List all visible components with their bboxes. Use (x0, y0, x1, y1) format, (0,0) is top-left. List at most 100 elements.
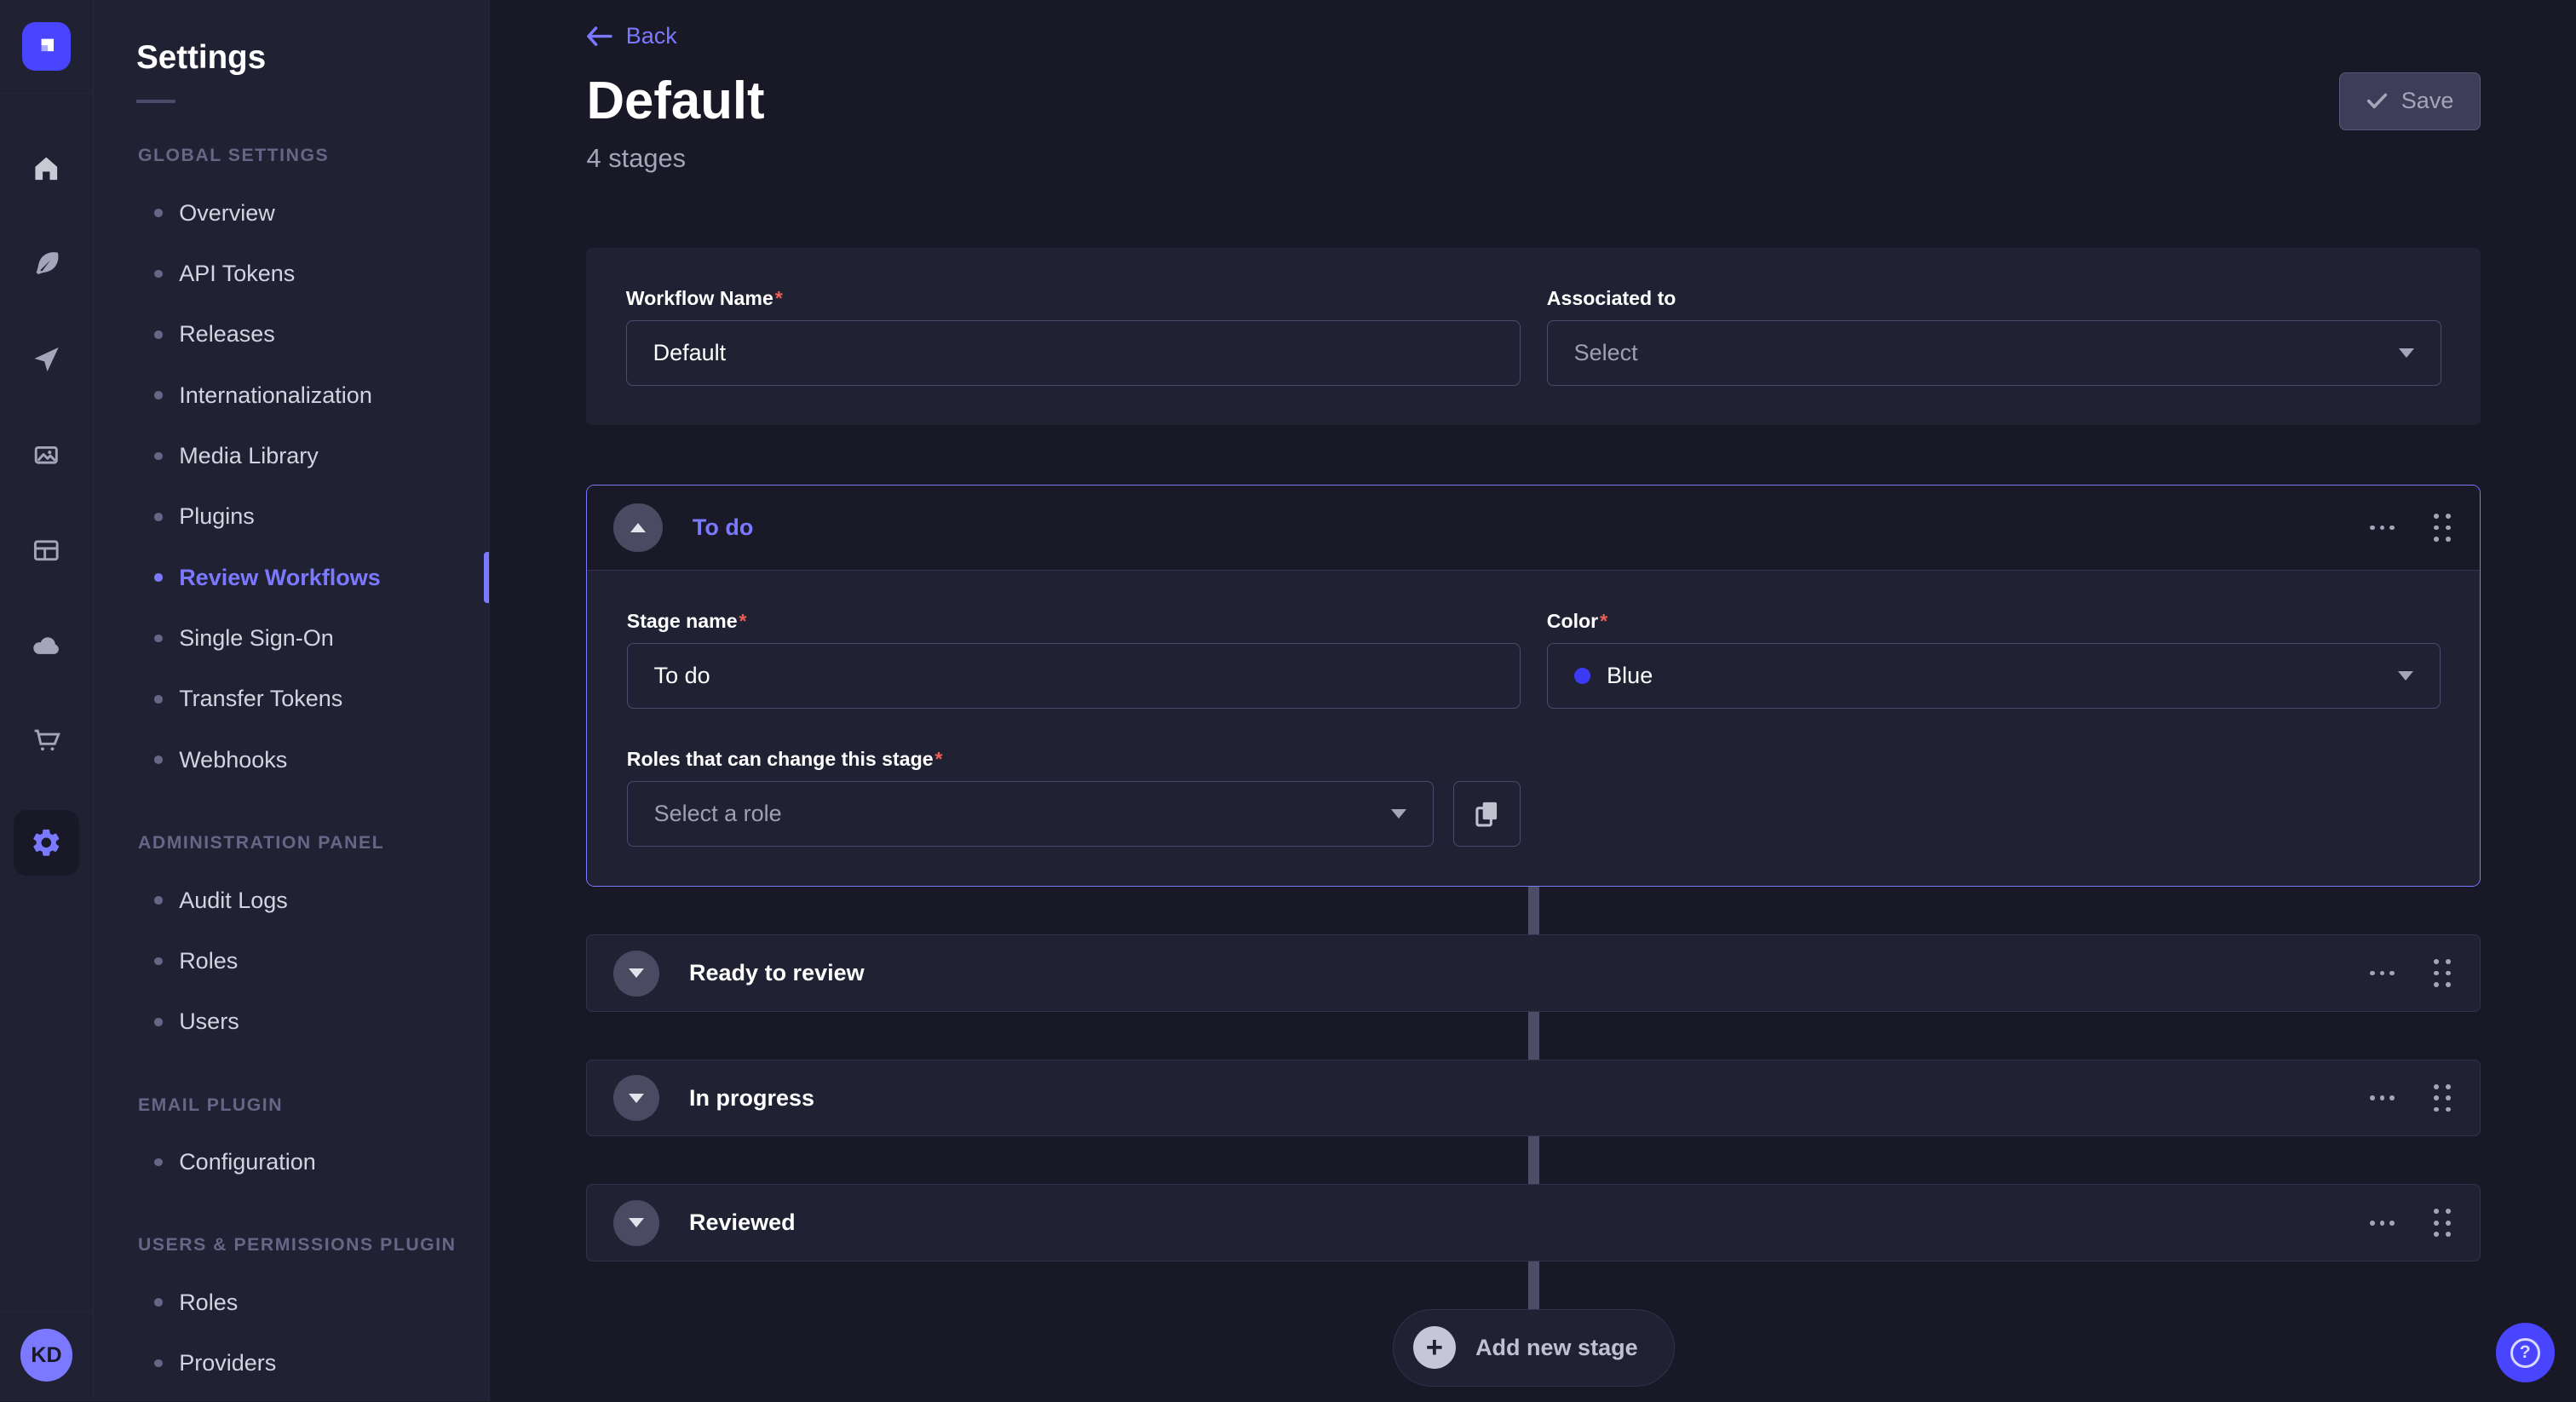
help-button[interactable]: ? (2496, 1323, 2555, 1382)
stage-color-select[interactable]: Blue (1547, 643, 2441, 709)
settings-nav-item[interactable]: Configuration (94, 1132, 489, 1192)
chevron-up-icon (630, 523, 646, 532)
settings-nav-item[interactable]: Providers (94, 1333, 489, 1393)
stage-roles-label: Roles that can change this stage* (627, 748, 1434, 771)
copy-icon (1475, 801, 1498, 827)
stage-row[interactable]: In progress (586, 1060, 2481, 1137)
stage-options-icon[interactable] (2363, 1214, 2401, 1232)
bullet-icon (154, 1298, 163, 1307)
chevron-down-icon (629, 1218, 644, 1227)
settings-nav-sections: GLOBAL SETTINGS Overview API Tokens Rele… (94, 146, 489, 1393)
expand-stage-button[interactable] (613, 951, 659, 997)
collapse-stage-button[interactable] (613, 503, 663, 553)
settings-nav-item[interactable]: Roles (94, 931, 489, 991)
nav-item-label: Roles (179, 948, 238, 974)
user-avatar[interactable]: KD (20, 1329, 73, 1382)
settings-nav-item[interactable]: Single Sign-On (94, 608, 489, 669)
settings-nav-item[interactable]: Audit Logs (94, 870, 489, 930)
logo-tile[interactable] (0, 0, 93, 94)
drag-handle-icon[interactable] (2430, 510, 2453, 544)
stage-roles-select[interactable]: Select a role (627, 781, 1434, 847)
settings-nav-item[interactable]: Transfer Tokens (94, 669, 489, 729)
nav-item-label: Plugins (179, 503, 255, 530)
stage-options-icon[interactable] (2363, 1089, 2401, 1107)
nav-item-label: Single Sign-On (179, 625, 334, 652)
stage-connector (1528, 1136, 1540, 1184)
duplicate-stage-button[interactable] (1453, 781, 1521, 847)
settings-nav-item[interactable]: Internationalization (94, 365, 489, 426)
settings-nav-section: EMAIL PLUGIN Configuration (94, 1095, 489, 1193)
stage-roles-placeholder: Select a role (654, 801, 782, 827)
deploy-send-icon[interactable] (14, 333, 79, 386)
stage-row[interactable]: Reviewed (586, 1184, 2481, 1261)
stage-options-icon[interactable] (2363, 964, 2401, 982)
stage-name-input[interactable] (627, 643, 1521, 709)
bullet-icon (154, 391, 163, 399)
workflow-name-field: Workflow Name* (626, 287, 1521, 386)
back-label: Back (626, 23, 677, 49)
stage-name-label: Stage name* (627, 610, 1521, 633)
required-marker: * (775, 287, 783, 309)
nav-item-label: Webhooks (179, 747, 287, 773)
nav-item-label: Providers (179, 1350, 276, 1376)
nav-item-label: Media Library (179, 443, 319, 469)
stage-todo-header[interactable]: To do (587, 486, 2480, 571)
back-link[interactable]: Back (586, 23, 676, 49)
associated-to-select[interactable]: Select (1547, 320, 2441, 386)
settings-sidebar-title: Settings (94, 39, 489, 77)
add-new-stage-button[interactable]: + Add new stage (1393, 1309, 1675, 1387)
settings-nav-section: USERS & PERMISSIONS PLUGIN Roles Provide… (94, 1235, 489, 1393)
drag-handle-icon[interactable] (2430, 1081, 2453, 1115)
content-manager-layout-icon[interactable] (14, 524, 79, 577)
chevron-down-icon (2399, 348, 2414, 358)
bullet-icon (154, 756, 163, 764)
drag-handle-icon[interactable] (2430, 956, 2453, 990)
color-dot (1574, 668, 1590, 684)
settings-nav-item[interactable]: Plugins (94, 486, 489, 547)
nav-item-label: Overview (179, 200, 275, 227)
cloud-icon[interactable] (14, 619, 79, 672)
nav-item-label: Audit Logs (179, 888, 288, 914)
settings-nav-item[interactable]: Review Workflows (94, 548, 489, 608)
settings-nav-item[interactable]: Media Library (94, 426, 489, 486)
stage-options-icon[interactable] (2363, 519, 2401, 537)
section-label: ADMINISTRATION PANEL (94, 833, 489, 853)
settings-gear-icon[interactable] (14, 810, 79, 876)
media-library-icon[interactable] (14, 428, 79, 481)
back-arrow-icon (586, 26, 612, 46)
stage-row[interactable]: Ready to review (586, 934, 2481, 1012)
bullet-icon (154, 1158, 163, 1167)
bullet-icon (154, 635, 163, 643)
save-button[interactable]: Save (2339, 72, 2481, 130)
question-mark-icon: ? (2510, 1338, 2540, 1368)
bullet-icon (154, 1018, 163, 1026)
content-builder-feather-icon[interactable] (14, 238, 79, 291)
plus-icon: + (1413, 1326, 1456, 1369)
nav-item-label: Internationalization (179, 382, 372, 409)
bullet-icon (154, 695, 163, 704)
check-icon (2366, 92, 2388, 110)
rail-nav (14, 143, 79, 1312)
expand-stage-button[interactable] (613, 1200, 659, 1246)
settings-nav-item[interactable]: Users (94, 991, 489, 1052)
chevron-down-icon (1391, 809, 1406, 819)
stage-card-todo: To do Stage name* Color* (586, 485, 2481, 888)
settings-nav-item[interactable]: API Tokens (94, 244, 489, 304)
stage-connector (1528, 1261, 1540, 1309)
settings-nav-item[interactable]: Releases (94, 304, 489, 365)
home-icon[interactable] (14, 143, 79, 196)
bullet-icon (154, 896, 163, 905)
workflow-name-input[interactable] (626, 320, 1521, 386)
title-rule (136, 100, 175, 103)
strapi-logo-icon (22, 22, 72, 72)
marketplace-cart-icon[interactable] (14, 715, 79, 767)
bullet-icon (154, 513, 163, 521)
settings-nav-item[interactable]: Roles (94, 1273, 489, 1333)
expand-stage-button[interactable] (613, 1075, 659, 1121)
settings-nav-item[interactable]: Overview (94, 183, 489, 244)
chevron-down-icon (629, 1094, 644, 1103)
drag-handle-icon[interactable] (2430, 1205, 2453, 1239)
associated-to-field: Associated to Select (1547, 287, 2441, 386)
settings-nav-item[interactable]: Webhooks (94, 730, 489, 790)
workflow-meta-card: Workflow Name* Associated to Select (586, 248, 2481, 425)
